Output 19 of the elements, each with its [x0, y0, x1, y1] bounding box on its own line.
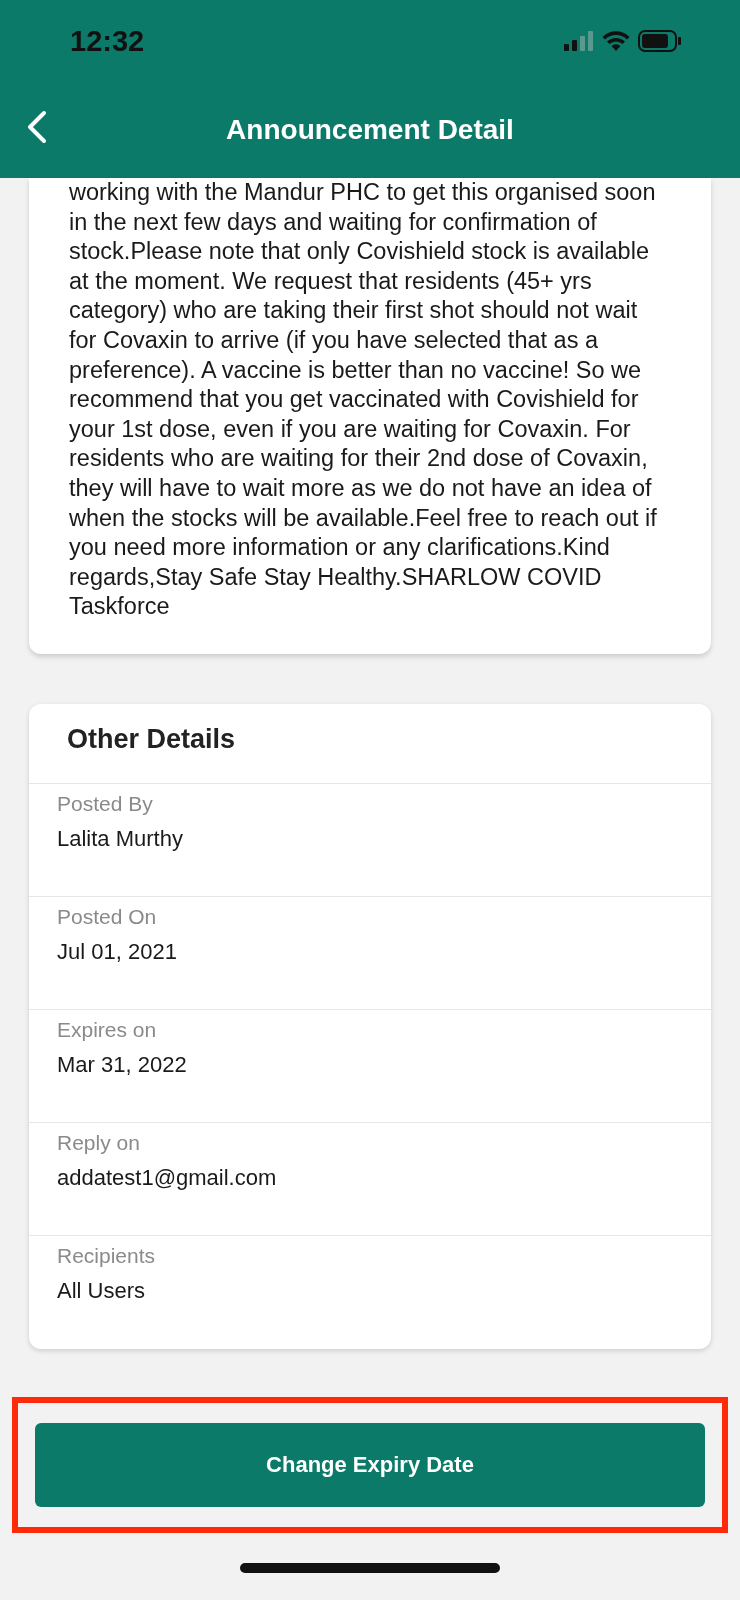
detail-value: Jul 01, 2021 [57, 938, 178, 965]
detail-label: Posted On [57, 904, 158, 929]
detail-label: Expires on [57, 1017, 158, 1042]
announcement-text: working with the Mandur PHC to get this organised soon in the next few days and waiting for confirmation of stock.Please note that only Covishield stock is available at the moment. We request that residents (45+ yrs category) who are taking their first shot should not wait for Covaxin to arrive (if you have selected that as a preference). A vaccine is better than no vaccine! So we recommend that you get vaccinated with Covishield for your 1st dose, even if you are waiting for Covaxin. For residents who are waiting for their 2nd dose of Covaxin, they will have to wait more as we do not have an idea of when the stocks will be available.Feel free to reach out if you need more information or any clarifications.Kind regards,Stay Safe Stay Healthy.SHARLOW COVID Taskforce [69, 178, 658, 622]
signal-icon [564, 31, 594, 51]
change-expiry-button[interactable]: Change Expiry Date [35, 1422, 705, 1507]
screen-title: Announcement Detail [226, 114, 514, 146]
detail-label: Reply on [57, 1130, 141, 1155]
detail-label: Recipients [57, 1243, 157, 1268]
detail-value: Lalita Murthy [57, 825, 184, 852]
detail-label: Posted By [57, 791, 154, 816]
detail-value: All Users [57, 1277, 146, 1304]
detail-value: Mar 31, 2022 [57, 1051, 188, 1078]
wifi-icon [602, 31, 630, 51]
battery-icon [638, 30, 682, 52]
detail-value: addatest1@gmail.com [57, 1164, 278, 1191]
status-time: 12:32 [70, 24, 145, 58]
details-title: Other Details [29, 703, 711, 784]
back-icon[interactable] [26, 110, 48, 144]
